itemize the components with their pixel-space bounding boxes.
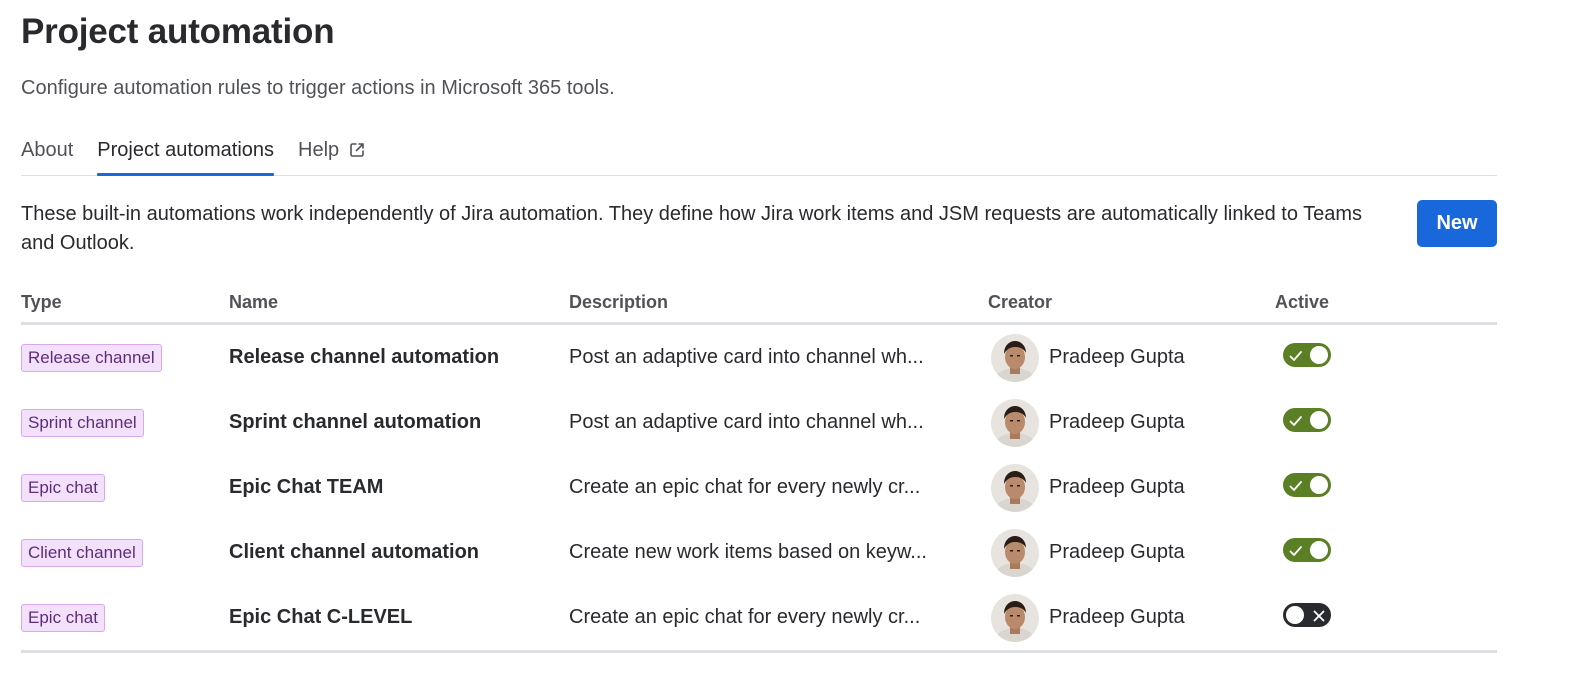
rule-description: Post an adaptive card into channel wh... (569, 346, 924, 368)
table-row: Client channel Client channel automation… (21, 520, 1497, 585)
external-link-icon (348, 141, 366, 159)
active-cell (1275, 455, 1497, 520)
active-toggle[interactable] (1283, 537, 1331, 562)
tab-help-label: Help (298, 139, 340, 161)
check-icon (1288, 347, 1304, 363)
table-row: Release channel Release channel automati… (21, 324, 1497, 391)
type-cell: Release channel (21, 324, 229, 391)
active-toggle[interactable] (1283, 407, 1331, 432)
active-toggle[interactable] (1283, 342, 1331, 367)
creator-cell: Pradeep Gupta (988, 520, 1275, 585)
type-cell: Sprint channel (21, 390, 229, 455)
description-cell: Create an epic chat for every newly cr..… (569, 585, 988, 653)
active-cell (1275, 324, 1497, 391)
intro-section: These built-in automations work independ… (21, 200, 1497, 262)
creator-name: Pradeep Gupta (1049, 541, 1185, 563)
creator-name: Pradeep Gupta (1049, 346, 1185, 368)
rule-name[interactable]: Release channel automation (229, 346, 499, 368)
creator-name: Pradeep Gupta (1049, 606, 1185, 628)
rule-description: Create an epic chat for every newly cr..… (569, 606, 921, 628)
check-icon (1288, 477, 1304, 493)
name-cell: Sprint channel automation (229, 390, 569, 455)
automations-table: Type Name Description Creator Active Rel… (21, 292, 1497, 653)
description-cell: Post an adaptive card into channel wh... (569, 324, 988, 391)
creator-cell: Pradeep Gupta (988, 585, 1275, 653)
creator-name: Pradeep Gupta (1049, 411, 1185, 433)
column-header-description[interactable]: Description (569, 292, 988, 325)
table-header-row: Type Name Description Creator Active (21, 292, 1497, 325)
check-icon (1288, 542, 1304, 558)
rule-description: Post an adaptive card into channel wh... (569, 411, 924, 433)
active-cell (1275, 520, 1497, 585)
type-lozenge: Epic chat (21, 473, 105, 502)
creator-name: Pradeep Gupta (1049, 476, 1185, 498)
toggle-knob (1310, 345, 1328, 364)
project-automation-page: Project automation Configure automation … (0, 0, 1497, 653)
tab-project-automations[interactable]: Project automations (97, 138, 275, 176)
cross-icon (1311, 607, 1327, 623)
toggle-knob (1310, 475, 1328, 494)
active-cell (1275, 390, 1497, 455)
description-cell: Post an adaptive card into channel wh... (569, 390, 988, 455)
type-cell: Epic chat (21, 585, 229, 653)
intro-text: These built-in automations work independ… (21, 203, 1363, 254)
rule-description: Create an epic chat for every newly cr..… (569, 476, 921, 498)
toggle-knob (1286, 605, 1304, 624)
rule-description: Create new work items based on keyw... (569, 541, 927, 563)
name-cell: Client channel automation (229, 520, 569, 585)
tab-about[interactable]: About (21, 138, 73, 175)
type-lozenge: Release channel (21, 343, 162, 372)
column-header-type[interactable]: Type (21, 292, 229, 325)
page-subtitle: Configure automation rules to trigger ac… (21, 77, 615, 99)
rule-name[interactable]: Sprint channel automation (229, 411, 481, 433)
tab-project-automations-label: Project automations (97, 139, 275, 161)
name-cell: Epic Chat TEAM (229, 455, 569, 520)
description-cell: Create new work items based on keyw... (569, 520, 988, 585)
rule-name[interactable]: Epic Chat TEAM (229, 476, 383, 498)
new-automation-button[interactable]: New (1417, 200, 1497, 247)
type-cell: Epic chat (21, 455, 229, 520)
table-row: Epic chat Epic Chat TEAM Create an epic … (21, 455, 1497, 520)
avatar (991, 463, 1039, 512)
active-toggle[interactable] (1283, 472, 1331, 497)
page-title: Project automation (21, 12, 335, 51)
description-cell: Create an epic chat for every newly cr..… (569, 455, 988, 520)
active-toggle[interactable] (1283, 602, 1331, 627)
table-row: Sprint channel Sprint channel automation… (21, 390, 1497, 455)
tab-list: About Project automations Help (21, 138, 1497, 176)
avatar (991, 593, 1039, 642)
avatar (991, 528, 1039, 577)
table-row: Epic chat Epic Chat C-LEVEL Create an ep… (21, 585, 1497, 653)
toggle-knob (1310, 540, 1328, 559)
type-lozenge: Client channel (21, 538, 143, 567)
name-cell: Epic Chat C-LEVEL (229, 585, 569, 653)
name-cell: Release channel automation (229, 324, 569, 391)
column-header-creator[interactable]: Creator (988, 292, 1275, 325)
type-lozenge: Sprint channel (21, 408, 144, 437)
column-header-name[interactable]: Name (229, 292, 569, 325)
rule-name[interactable]: Client channel automation (229, 541, 479, 563)
creator-cell: Pradeep Gupta (988, 324, 1275, 391)
avatar (991, 333, 1039, 382)
tab-help[interactable]: Help (298, 138, 366, 175)
active-cell (1275, 585, 1497, 653)
creator-cell: Pradeep Gupta (988, 455, 1275, 520)
check-icon (1288, 412, 1304, 428)
tab-about-label: About (21, 139, 74, 161)
toggle-knob (1310, 410, 1328, 429)
type-cell: Client channel (21, 520, 229, 585)
column-header-active[interactable]: Active (1275, 292, 1497, 325)
creator-cell: Pradeep Gupta (988, 390, 1275, 455)
type-lozenge: Epic chat (21, 603, 105, 632)
avatar (991, 398, 1039, 447)
rule-name[interactable]: Epic Chat C-LEVEL (229, 606, 412, 628)
